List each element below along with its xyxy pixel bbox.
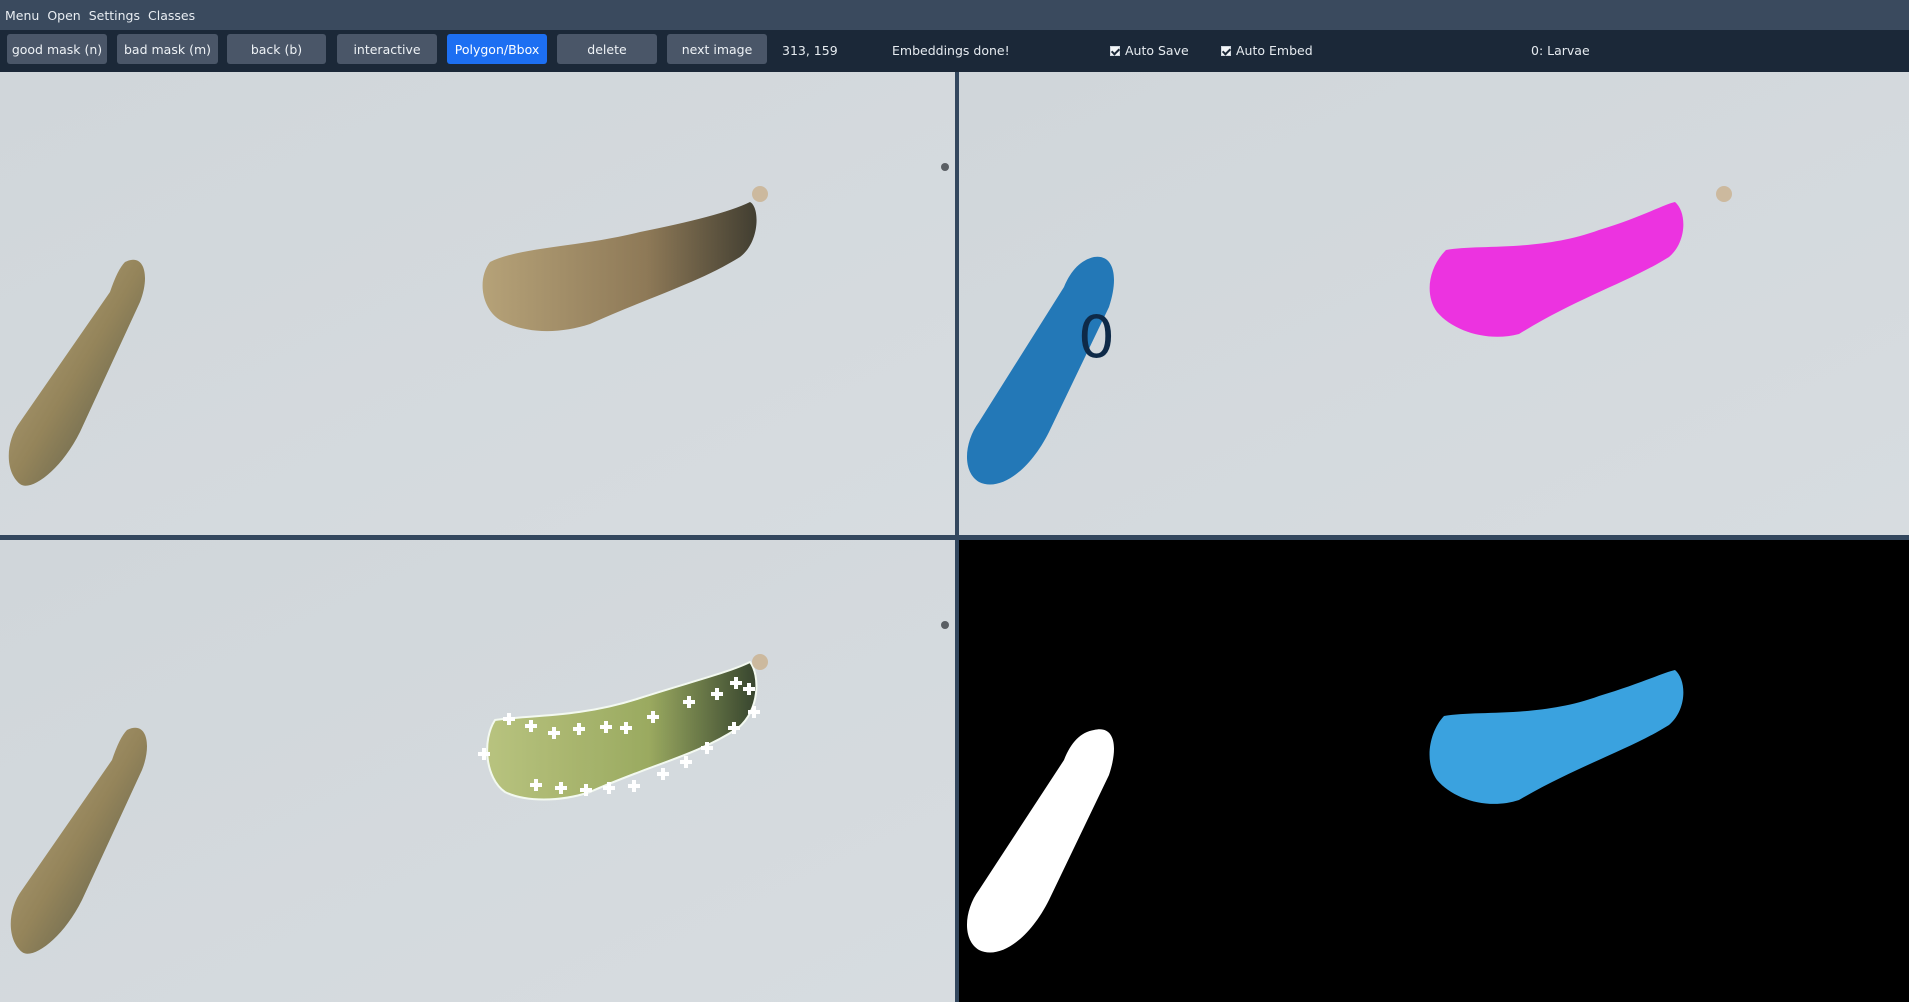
annotation-overlay-panel[interactable]: 0 xyxy=(959,72,1909,535)
annotation-id-label: 0 xyxy=(1078,303,1115,371)
current-class-label: 0: Larvae xyxy=(1531,43,1590,58)
polygon-bbox-button[interactable]: Polygon/Bbox xyxy=(447,34,547,64)
menu-item-open[interactable]: Open xyxy=(47,8,80,23)
original-image-panel[interactable] xyxy=(0,72,955,535)
status-text: Embeddings done! xyxy=(892,43,1010,58)
menu-bar: Menu Open Settings Classes xyxy=(0,0,1909,30)
auto-save-label: Auto Save xyxy=(1125,43,1189,58)
auto-save-checkbox[interactable]: Auto Save xyxy=(1110,43,1189,58)
polygon-edit-panel[interactable] xyxy=(0,540,955,1002)
back-button[interactable]: back (b) xyxy=(227,34,326,64)
cursor-coordinates: 313, 159 xyxy=(782,43,838,58)
checkbox-checked-icon[interactable] xyxy=(1110,45,1120,56)
horizontal-splitter[interactable] xyxy=(0,535,1909,540)
delete-button[interactable]: delete xyxy=(557,34,657,64)
menu-item-menu[interactable]: Menu xyxy=(5,8,39,23)
auto-embed-checkbox[interactable]: Auto Embed xyxy=(1221,43,1313,58)
good-mask-button[interactable]: good mask (n) xyxy=(7,34,107,64)
toolbar: good mask (n) bad mask (m) back (b) inte… xyxy=(0,30,1909,72)
mask-preview-panel[interactable] xyxy=(959,540,1909,1002)
interactive-button[interactable]: interactive xyxy=(337,34,437,64)
next-image-button[interactable]: next image xyxy=(667,34,767,64)
checkbox-checked-icon[interactable] xyxy=(1221,45,1231,56)
auto-embed-label: Auto Embed xyxy=(1236,43,1313,58)
menu-item-settings[interactable]: Settings xyxy=(89,8,140,23)
bad-mask-button[interactable]: bad mask (m) xyxy=(117,34,218,64)
menu-item-classes[interactable]: Classes xyxy=(148,8,195,23)
